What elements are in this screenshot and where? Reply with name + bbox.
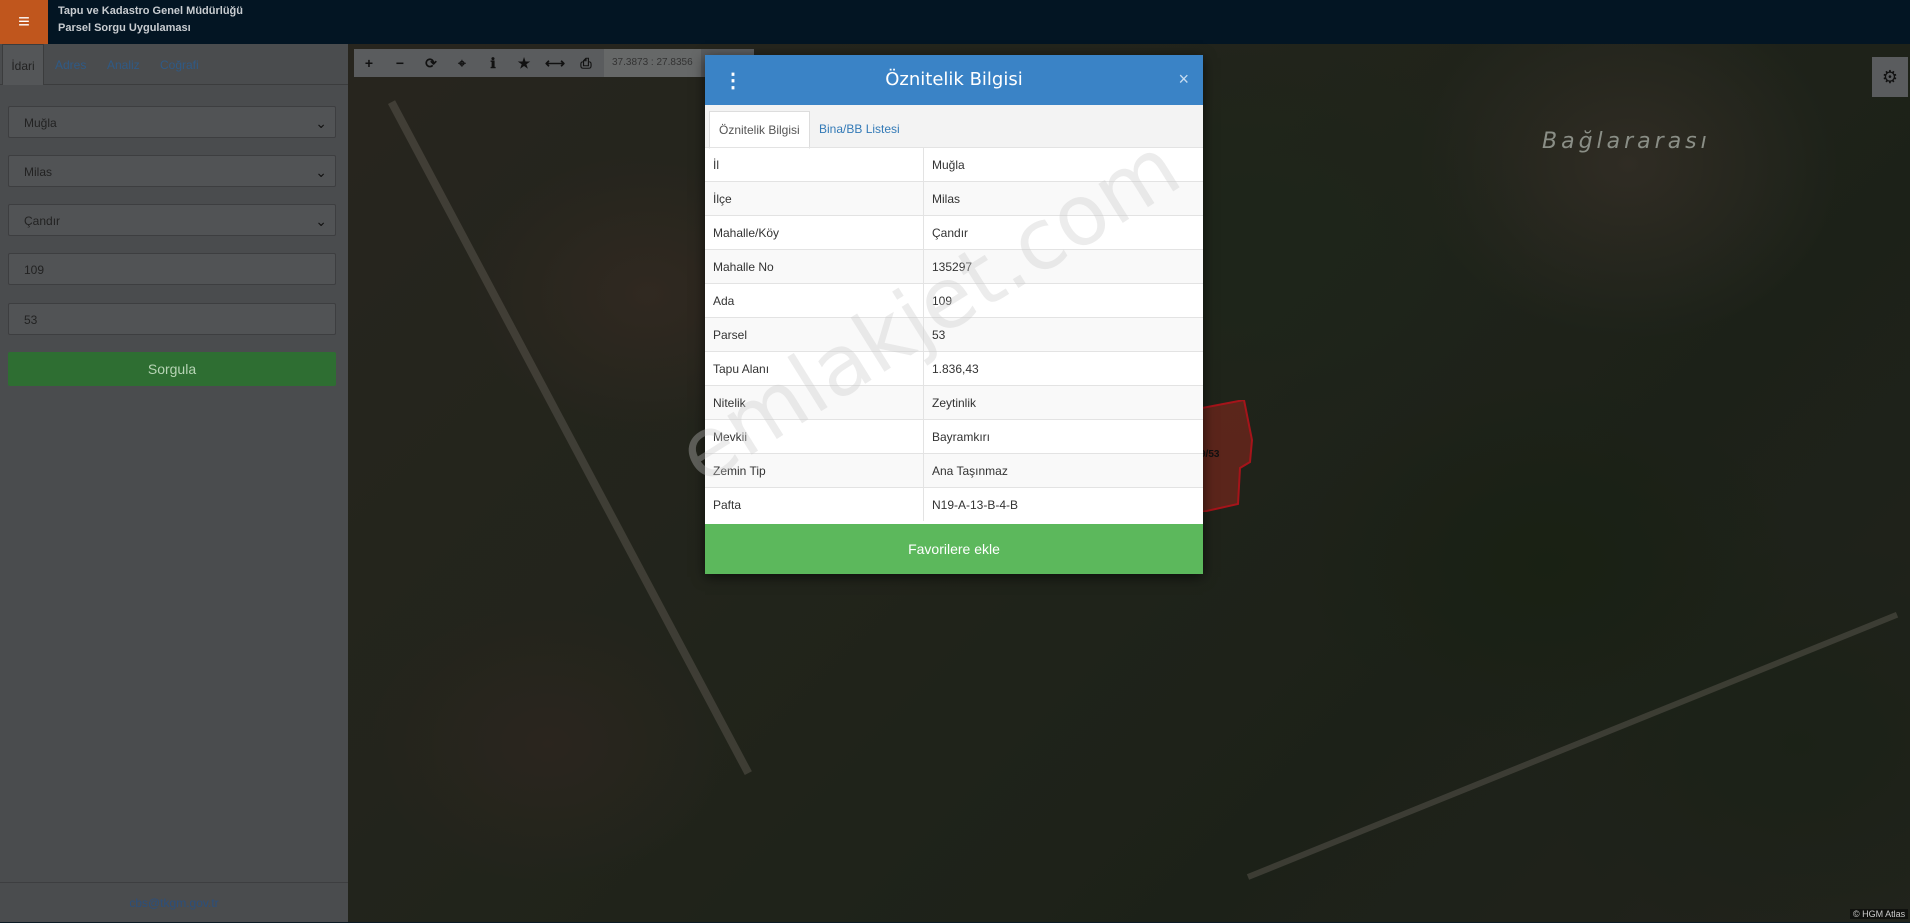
app-name: Parsel Sorgu Uygulaması <box>58 22 191 34</box>
query-button[interactable]: Sorgula <box>8 352 336 386</box>
attribute-key: İl <box>705 147 924 182</box>
table-row: İl Muğla <box>705 147 1203 182</box>
tab-analiz[interactable]: Analiz <box>107 44 140 84</box>
table-row: Mevkii Bayramkırı <box>705 419 1203 454</box>
table-row: Nitelik Zeytinlik <box>705 385 1203 420</box>
chevron-down-icon: ⌄ <box>315 213 327 229</box>
tab-adres[interactable]: Adres <box>55 44 86 84</box>
tab-cografi[interactable]: Coğrafi <box>160 44 199 84</box>
chevron-down-icon: ⌄ <box>315 164 327 180</box>
attribute-info-dialog: Öznitelik Bilgisi ⋮ × Öznitelik Bilgisi … <box>705 55 1203 574</box>
table-row: Ada 109 <box>705 283 1203 318</box>
attribute-value: Zeytinlik <box>923 385 1203 420</box>
zoom-in-icon[interactable]: + <box>354 49 384 77</box>
province-value: Muğla <box>24 116 57 130</box>
dialog-title: Öznitelik Bilgisi <box>885 69 1023 90</box>
attribute-value: Muğla <box>923 147 1203 182</box>
tab-idari[interactable]: İdari <box>2 44 44 85</box>
attribute-key: Mahalle No <box>705 249 924 284</box>
district-select[interactable]: Milas ⌄ <box>8 155 336 187</box>
attribute-value: Ana Taşınmaz <box>923 453 1203 488</box>
attribute-value: 135297 <box>923 249 1203 284</box>
map-toolbar: + − ⟳ ⌖ ℹ ★ ⟷ ⎙ 37.3873 : 27.8356 <box>354 49 754 77</box>
province-select[interactable]: Muğla ⌄ <box>8 106 336 138</box>
org-name: Tapu ve Kadastro Genel Müdürlüğü <box>58 5 243 17</box>
query-tabs: İdari Adres Analiz Coğrafi <box>0 44 348 85</box>
attribute-key: Parsel <box>705 317 924 352</box>
star-icon[interactable]: ★ <box>509 49 539 77</box>
attribute-value: 1.836,43 <box>923 351 1203 386</box>
table-row: Tapu Alanı 1.836,43 <box>705 351 1203 386</box>
attribute-key: Ada <box>705 283 924 318</box>
attribute-key: Mahalle/Köy <box>705 215 924 250</box>
attribute-value: 109 <box>923 283 1203 318</box>
settings-button[interactable]: ⚙ <box>1872 57 1908 97</box>
parcel-value: 53 <box>24 313 38 327</box>
block-input[interactable]: 109 <box>8 253 336 285</box>
map-attribution: © HGM Atlas <box>1850 909 1909 919</box>
locate-icon[interactable]: ⌖ <box>447 49 477 77</box>
gear-icon: ⚙ <box>1881 67 1899 87</box>
attribute-value: 53 <box>923 317 1203 352</box>
app-title: Tapu ve Kadastro Genel Müdürlüğü Parsel … <box>58 3 243 37</box>
attribute-value: Çandır <box>923 215 1203 250</box>
attribute-key: Mevkii <box>705 419 924 454</box>
add-favorite-button[interactable]: Favorilere ekle <box>705 524 1203 574</box>
contact-email[interactable]: cbs@tkgm.gov.tr <box>0 882 348 923</box>
attribute-value: Bayramkırı <box>923 419 1203 454</box>
coordinate-readout: 37.3873 : 27.8356 <box>604 49 701 77</box>
hamburger-menu-button[interactable]: ≡ <box>0 0 48 44</box>
attribute-key: Nitelik <box>705 385 924 420</box>
neighborhood-value: Çandır <box>24 214 61 228</box>
place-label: Bağlararası <box>1542 129 1711 154</box>
table-row: İlçe Milas <box>705 181 1203 216</box>
chevron-down-icon: ⌄ <box>315 115 327 131</box>
hamburger-icon: ≡ <box>18 10 30 33</box>
more-options-icon[interactable]: ⋮ <box>723 68 743 93</box>
app-header: ≡ Tapu ve Kadastro Genel Müdürlüğü Parse… <box>0 0 1910 44</box>
info-icon[interactable]: ℹ <box>478 49 508 77</box>
table-row: Pafta N19-A-13-B-4-B <box>705 487 1203 521</box>
table-row: Zemin Tip Ana Taşınmaz <box>705 453 1203 488</box>
refresh-icon[interactable]: ⟳ <box>416 49 446 77</box>
attribute-table: İl Muğla İlçe Milas Mahalle/Köy Çandır Mahalle… <box>705 147 1203 521</box>
attribute-key: Zemin Tip <box>705 453 924 488</box>
close-icon[interactable]: × <box>1178 69 1189 90</box>
table-row: Parsel 53 <box>705 317 1203 352</box>
neighborhood-select[interactable]: Çandır ⌄ <box>8 204 336 236</box>
zoom-out-icon[interactable]: − <box>385 49 415 77</box>
attribute-key: Tapu Alanı <box>705 351 924 386</box>
attribute-value: N19-A-13-B-4-B <box>923 487 1203 521</box>
table-row: Mahalle/Köy Çandır <box>705 215 1203 250</box>
district-value: Milas <box>24 165 53 179</box>
parcel-input[interactable]: 53 <box>8 303 336 335</box>
query-sidebar: İdari Adres Analiz Coğrafi Muğla ⌄ Milas… <box>0 44 348 922</box>
attribute-key: Pafta <box>705 487 924 521</box>
block-value: 109 <box>24 263 45 277</box>
tab-building-list[interactable]: Bina/BB Listesi <box>810 111 909 147</box>
tab-attribute-info[interactable]: Öznitelik Bilgisi <box>709 111 810 149</box>
table-row: Mahalle No 135297 <box>705 249 1203 284</box>
dialog-tabs: Öznitelik Bilgisi Bina/BB Listesi <box>705 105 1203 149</box>
attribute-key: İlçe <box>705 181 924 216</box>
attribute-value: Milas <box>923 181 1203 216</box>
dialog-header: Öznitelik Bilgisi ⋮ × <box>705 55 1203 105</box>
measure-icon[interactable]: ⟷ <box>540 49 570 77</box>
print-icon[interactable]: ⎙ <box>571 49 601 77</box>
